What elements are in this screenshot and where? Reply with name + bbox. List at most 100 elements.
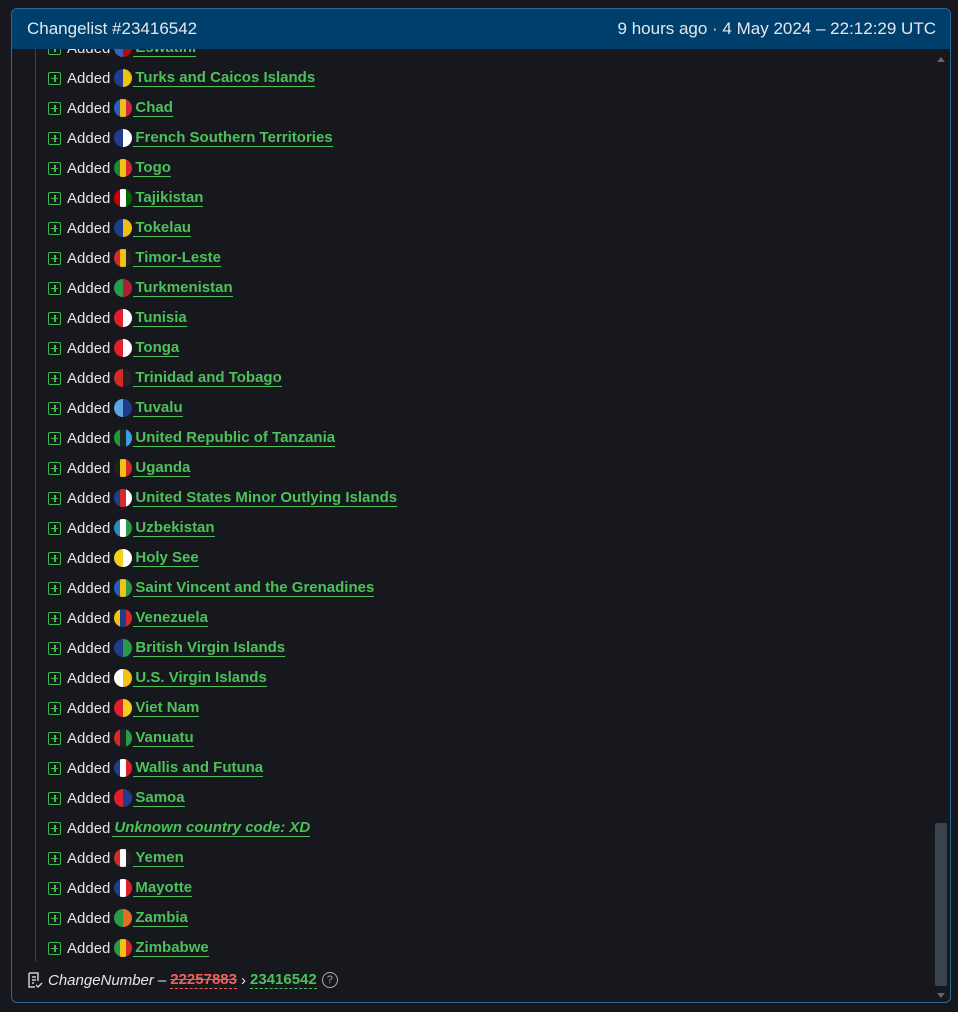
flag-icon bbox=[114, 519, 133, 537]
action-label: Added bbox=[67, 159, 111, 177]
country-link[interactable]: Trinidad and Tobago bbox=[133, 369, 282, 387]
flag-icon bbox=[114, 159, 133, 177]
added-icon bbox=[48, 581, 61, 595]
added-icon bbox=[48, 551, 61, 565]
country-link[interactable]: Tuvalu bbox=[133, 399, 183, 417]
added-icon bbox=[48, 251, 61, 265]
flag-icon bbox=[114, 939, 133, 957]
action-label: Added bbox=[67, 429, 111, 447]
flag-icon bbox=[114, 879, 133, 897]
country-link[interactable]: U.S. Virgin Islands bbox=[133, 669, 267, 687]
country-link[interactable]: Eswatini bbox=[133, 49, 197, 57]
country-link[interactable]: Zimbabwe bbox=[133, 939, 209, 957]
flag-icon bbox=[114, 729, 133, 747]
country-link[interactable]: Togo bbox=[133, 159, 171, 177]
action-label: Added bbox=[67, 519, 111, 537]
country-link[interactable]: Mayotte bbox=[133, 879, 193, 897]
country-link[interactable]: Samoa bbox=[133, 789, 185, 807]
list-item: Added Wallis and Futuna bbox=[48, 753, 397, 783]
country-link[interactable]: Chad bbox=[133, 99, 173, 117]
added-icon bbox=[48, 641, 61, 655]
country-link[interactable]: Viet Nam bbox=[133, 699, 200, 717]
scrollbar-thumb[interactable] bbox=[935, 823, 947, 986]
country-link[interactable]: Tunisia bbox=[133, 309, 187, 327]
list-item: Added Eswatini bbox=[48, 49, 397, 63]
new-value[interactable]: 23416542 bbox=[250, 971, 317, 989]
added-icon bbox=[48, 881, 61, 895]
added-icon bbox=[48, 611, 61, 625]
list-item: Added Mayotte bbox=[48, 873, 397, 903]
country-link[interactable]: Turkmenistan bbox=[133, 279, 233, 297]
changelist-panel: Changelist #23416542 9 hours ago · 4 May… bbox=[11, 8, 951, 1003]
flag-icon bbox=[114, 129, 133, 147]
action-label: Added bbox=[67, 399, 111, 417]
list-item: Added Viet Nam bbox=[48, 693, 397, 723]
country-link[interactable]: Uzbekistan bbox=[133, 519, 215, 537]
change-list-scroll[interactable]: Added Eswatini Added Turks and Caicos Isl… bbox=[12, 49, 932, 962]
country-link[interactable]: Vanuatu bbox=[133, 729, 194, 747]
flag-icon bbox=[114, 849, 133, 867]
flag-icon bbox=[114, 309, 133, 327]
action-label: Added bbox=[67, 129, 111, 147]
action-label: Added bbox=[67, 339, 111, 357]
action-label: Added bbox=[67, 939, 111, 957]
list-item: Added Tunisia bbox=[48, 303, 397, 333]
country-link[interactable]: United States Minor Outlying Islands bbox=[133, 489, 398, 507]
added-icon bbox=[48, 221, 61, 235]
flag-icon bbox=[114, 579, 133, 597]
list-item: Added Venezuela bbox=[48, 603, 397, 633]
flag-icon bbox=[114, 609, 133, 627]
country-link[interactable]: Unknown country code: XD bbox=[112, 819, 311, 837]
country-link[interactable]: Yemen bbox=[133, 849, 184, 867]
added-icon bbox=[48, 671, 61, 685]
action-label: Added bbox=[67, 249, 111, 267]
scrollbar[interactable] bbox=[935, 53, 947, 998]
country-link[interactable]: Timor-Leste bbox=[133, 249, 221, 267]
list-item: Added Tuvalu bbox=[48, 393, 397, 423]
flag-icon bbox=[114, 279, 133, 297]
country-link[interactable]: Uganda bbox=[133, 459, 191, 477]
change-number-row: ChangeNumber – 22257883 › 23416542 ? bbox=[26, 971, 338, 989]
added-icon bbox=[48, 49, 61, 55]
country-link[interactable]: Saint Vincent and the Grenadines bbox=[133, 579, 375, 597]
list-item: Added Unknown country code: XD bbox=[48, 813, 397, 843]
list-item: Added Holy See bbox=[48, 543, 397, 573]
added-icon bbox=[48, 341, 61, 355]
list-item: Added Turkmenistan bbox=[48, 273, 397, 303]
action-label: Added bbox=[67, 489, 111, 507]
country-link[interactable]: Tajikistan bbox=[133, 189, 204, 207]
action-label: Added bbox=[67, 369, 111, 387]
country-link[interactable]: Zambia bbox=[133, 909, 188, 927]
country-link[interactable]: United Republic of Tanzania bbox=[133, 429, 336, 447]
change-list: Added Eswatini Added Turks and Caicos Isl… bbox=[48, 49, 398, 962]
list-item: Added Tajikistan bbox=[48, 183, 397, 213]
flag-icon bbox=[114, 459, 133, 477]
list-item: Added Samoa bbox=[48, 783, 397, 813]
flag-icon bbox=[114, 759, 133, 777]
scroll-up-icon[interactable] bbox=[937, 57, 945, 62]
changelist-header: Changelist #23416542 9 hours ago · 4 May… bbox=[12, 9, 950, 49]
action-label: Added bbox=[67, 669, 111, 687]
action-label: Added bbox=[67, 219, 111, 237]
country-link[interactable]: Holy See bbox=[133, 549, 199, 567]
help-icon[interactable]: ? bbox=[321, 972, 338, 988]
country-link[interactable]: Tonga bbox=[133, 339, 180, 357]
scroll-down-icon[interactable] bbox=[937, 993, 945, 998]
action-label: Added bbox=[67, 309, 111, 327]
flag-icon bbox=[114, 639, 133, 657]
country-link[interactable]: Turks and Caicos Islands bbox=[133, 69, 316, 87]
country-link[interactable]: French Southern Territories bbox=[133, 129, 333, 147]
action-label: Added bbox=[67, 819, 111, 837]
action-label: Added bbox=[67, 459, 111, 477]
added-icon bbox=[48, 71, 61, 85]
list-item: Added Zambia bbox=[48, 903, 397, 933]
country-link[interactable]: Tokelau bbox=[133, 219, 191, 237]
changelist-title: Changelist #23416542 bbox=[27, 19, 198, 38]
country-link[interactable]: Wallis and Futuna bbox=[133, 759, 264, 777]
country-link[interactable]: Venezuela bbox=[133, 609, 208, 627]
country-link[interactable]: British Virgin Islands bbox=[133, 639, 286, 657]
added-icon bbox=[48, 911, 61, 925]
old-value[interactable]: 22257883 bbox=[170, 971, 237, 989]
list-item: Added Tokelau bbox=[48, 213, 397, 243]
added-icon bbox=[48, 461, 61, 475]
